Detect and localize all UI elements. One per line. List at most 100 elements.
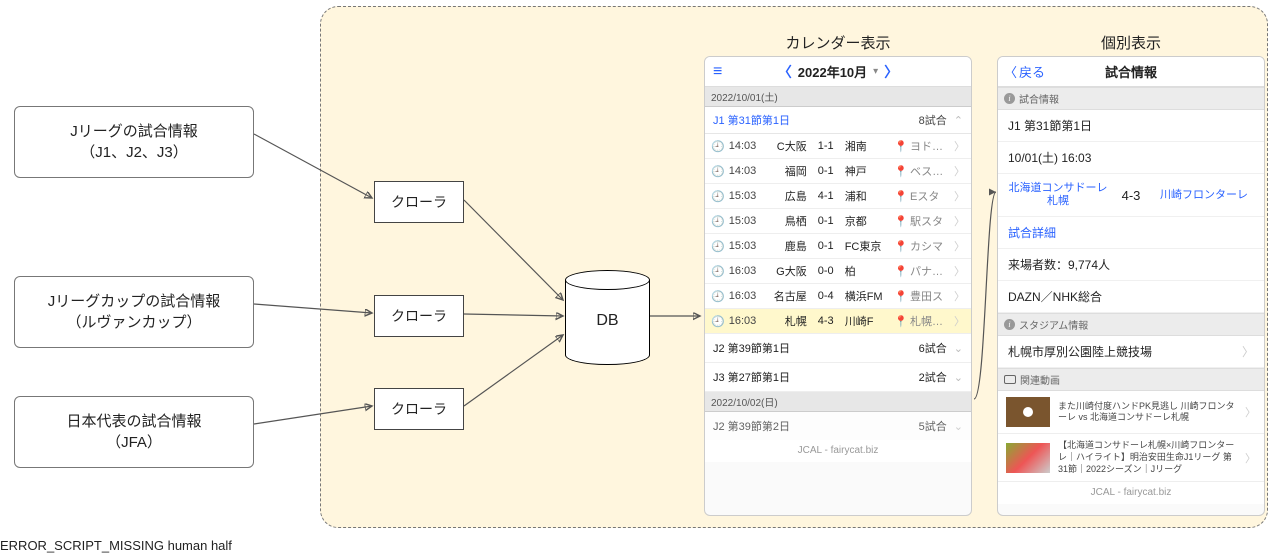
- chevron-right-icon: 〉: [954, 188, 965, 204]
- section-j2-header[interactable]: J2 第39節第1日 6試合 ⌄: [705, 334, 971, 363]
- detail-section-video: 関連動画: [998, 368, 1264, 391]
- chevron-right-icon: 〉: [954, 238, 965, 254]
- match-time: 15:03: [729, 240, 763, 252]
- crawler-label: クローラ: [391, 401, 447, 417]
- section-j2-count: 6試合: [919, 343, 947, 355]
- chevron-down-icon: ⌄: [954, 421, 963, 433]
- section-stadium-label: スタジアム情報: [1019, 317, 1088, 332]
- detail-attendance: 来場者数：9,774人: [998, 249, 1264, 281]
- detail-header-title: 試合情報: [998, 62, 1264, 81]
- date-header: 2022/10/02(日): [705, 392, 971, 412]
- chevron-down-icon: ⌄: [954, 343, 963, 355]
- match-time: 15:03: [729, 215, 763, 227]
- stadium-row[interactable]: 札幌市厚別公園陸上競技場 〉: [998, 336, 1264, 368]
- video-icon: [1004, 375, 1016, 384]
- chevron-right-icon: 〉: [1245, 450, 1256, 466]
- clock-icon: 🕘: [711, 240, 725, 253]
- pin-icon: 📍: [894, 165, 908, 178]
- prev-month-button[interactable]: 〈: [778, 62, 792, 82]
- venue: 札幌厚別: [910, 313, 952, 329]
- match-row[interactable]: 🕘16:03札幌4-3川崎F📍札幌厚別〉: [705, 309, 971, 334]
- crawler-box-3: クローラ: [374, 388, 464, 430]
- stadium-name: 札幌市厚別公園陸上競技場: [1008, 343, 1152, 360]
- team-away: 神戸: [841, 163, 889, 179]
- date-header: 2022/10/01(土): [705, 87, 971, 107]
- chevron-right-icon: 〉: [954, 263, 965, 279]
- match-rows: 🕘14:03C大阪1-1湘南📍ヨドコウ〉🕘14:03福岡0-1神戸📍ベススタ〉🕘…: [705, 134, 971, 334]
- match-row[interactable]: 🕘15:03広島4-1浦和📍Eスタ〉: [705, 184, 971, 209]
- next-month-button[interactable]: 〉: [884, 62, 898, 82]
- match-time: 14:03: [729, 165, 763, 177]
- source-jleague: Jリーグの試合情報 （J1、J2、J3）: [14, 106, 254, 178]
- section-j1-header[interactable]: J1 第31節第1日 8試合 ⌃: [705, 107, 971, 134]
- chevron-up-icon: ⌃: [954, 115, 963, 127]
- match-row[interactable]: 🕘15:03鹿島0-1FC東京📍カシマ〉: [705, 234, 971, 259]
- calendar-phone: ≡ 〈 2022年10月 ▾ 〉 2022/10/01(土) J1 第31節第1…: [704, 56, 972, 516]
- team-away: 横浜FM: [841, 288, 889, 304]
- section-j3-count: 2試合: [919, 372, 947, 384]
- detail-title: 個別表示: [997, 32, 1265, 53]
- detail-broadcast: DAZN／NHK総合: [998, 281, 1264, 313]
- team-home: 鳥栖: [763, 213, 811, 229]
- detail-link[interactable]: 試合詳細: [998, 217, 1264, 249]
- month-label[interactable]: 2022年10月: [798, 62, 867, 81]
- video-thumb-icon: [1006, 443, 1050, 473]
- match-score: 0-1: [811, 215, 841, 227]
- chevron-down-icon: ⌄: [954, 372, 963, 384]
- source-title: Jリーグの試合情報: [23, 121, 245, 142]
- section-j3-header[interactable]: J3 第27節第1日 2試合 ⌄: [705, 363, 971, 392]
- venue: ベススタ: [910, 163, 952, 179]
- video-title: また川崎付度ハンドPK見逃し 川崎フロンターレ vs 北海道コンサドーレ札幌: [1058, 401, 1237, 424]
- match-row[interactable]: 🕘15:03鳥栖0-1京都📍駅スタ〉: [705, 209, 971, 234]
- team-away[interactable]: 川崎フロンターレ: [1154, 189, 1254, 202]
- clock-icon: 🕘: [711, 215, 725, 228]
- db-cylinder: DB: [565, 270, 650, 365]
- match-score: 0-1: [811, 165, 841, 177]
- crawler-box-2: クローラ: [374, 295, 464, 337]
- team-home: C大阪: [763, 138, 811, 154]
- team-away: 京都: [841, 213, 889, 229]
- info-icon: i: [1004, 93, 1015, 104]
- team-away: 柏: [841, 263, 889, 279]
- match-row[interactable]: 🕘16:03名古屋0-4横浜FM📍豊田ス〉: [705, 284, 971, 309]
- venue: Eスタ: [910, 188, 952, 204]
- team-away: 浦和: [841, 188, 889, 204]
- match-time: 14:03: [729, 140, 763, 152]
- chevron-down-icon[interactable]: ▾: [873, 66, 878, 77]
- source-subtitle: （J1、J2、J3）: [23, 142, 245, 163]
- detail-datetime: 10/01(土) 16:03: [998, 142, 1264, 174]
- pin-icon: 📍: [894, 290, 908, 303]
- match-score: 0-1: [811, 240, 841, 252]
- match-row[interactable]: 🕘14:03福岡0-1神戸📍ベススタ〉: [705, 159, 971, 184]
- chevron-right-icon: 〉: [954, 288, 965, 304]
- team-home: 鹿島: [763, 238, 811, 254]
- match-score: 0-4: [811, 290, 841, 302]
- team-home: 広島: [763, 188, 811, 204]
- match-time: 15:03: [729, 190, 763, 202]
- menu-icon[interactable]: ≡: [713, 63, 722, 81]
- team-away: FC東京: [841, 238, 889, 254]
- clock-icon: 🕘: [711, 165, 725, 178]
- detail-section-match: i 試合情報: [998, 87, 1264, 110]
- team-home: 福岡: [763, 163, 811, 179]
- section-j3-title: J3 第27節第1日: [713, 369, 790, 385]
- source-leaguecup: Jリーグカップの試合情報 （ルヴァンカップ）: [14, 276, 254, 348]
- pin-icon: 📍: [894, 265, 908, 278]
- crawler-label: クローラ: [391, 308, 447, 324]
- match-row[interactable]: 🕘16:03G大阪0-0柏📍パナスタ〉: [705, 259, 971, 284]
- phone-footer: JCAL - fairycat.biz: [705, 440, 971, 462]
- video-row-1[interactable]: また川崎付度ハンドPK見逃し 川崎フロンターレ vs 北海道コンサドーレ札幌 〉: [998, 391, 1264, 434]
- chevron-right-icon: 〉: [1245, 404, 1256, 420]
- team-home[interactable]: 北海道コンサドーレ札幌: [1008, 182, 1108, 208]
- source-subtitle: （ルヴァンカップ）: [23, 312, 245, 333]
- clock-icon: 🕘: [711, 265, 725, 278]
- section-j2b-title: J2 第39節第2日: [713, 418, 790, 434]
- video-row-2[interactable]: 【北海道コンサドーレ札幌×川崎フロンターレ｜ハイライト】明治安田生命J1リーグ …: [998, 434, 1264, 482]
- clock-icon: 🕘: [711, 140, 725, 153]
- match-row[interactable]: 🕘14:03C大阪1-1湘南📍ヨドコウ〉: [705, 134, 971, 159]
- pin-icon: 📍: [894, 240, 908, 253]
- source-jfa: 日本代表の試合情報 （JFA）: [14, 396, 254, 468]
- clock-icon: 🕘: [711, 290, 725, 303]
- section-j2b-header[interactable]: J2 第39節第2日 5試合 ⌄: [705, 412, 971, 440]
- chevron-right-icon: 〉: [954, 213, 965, 229]
